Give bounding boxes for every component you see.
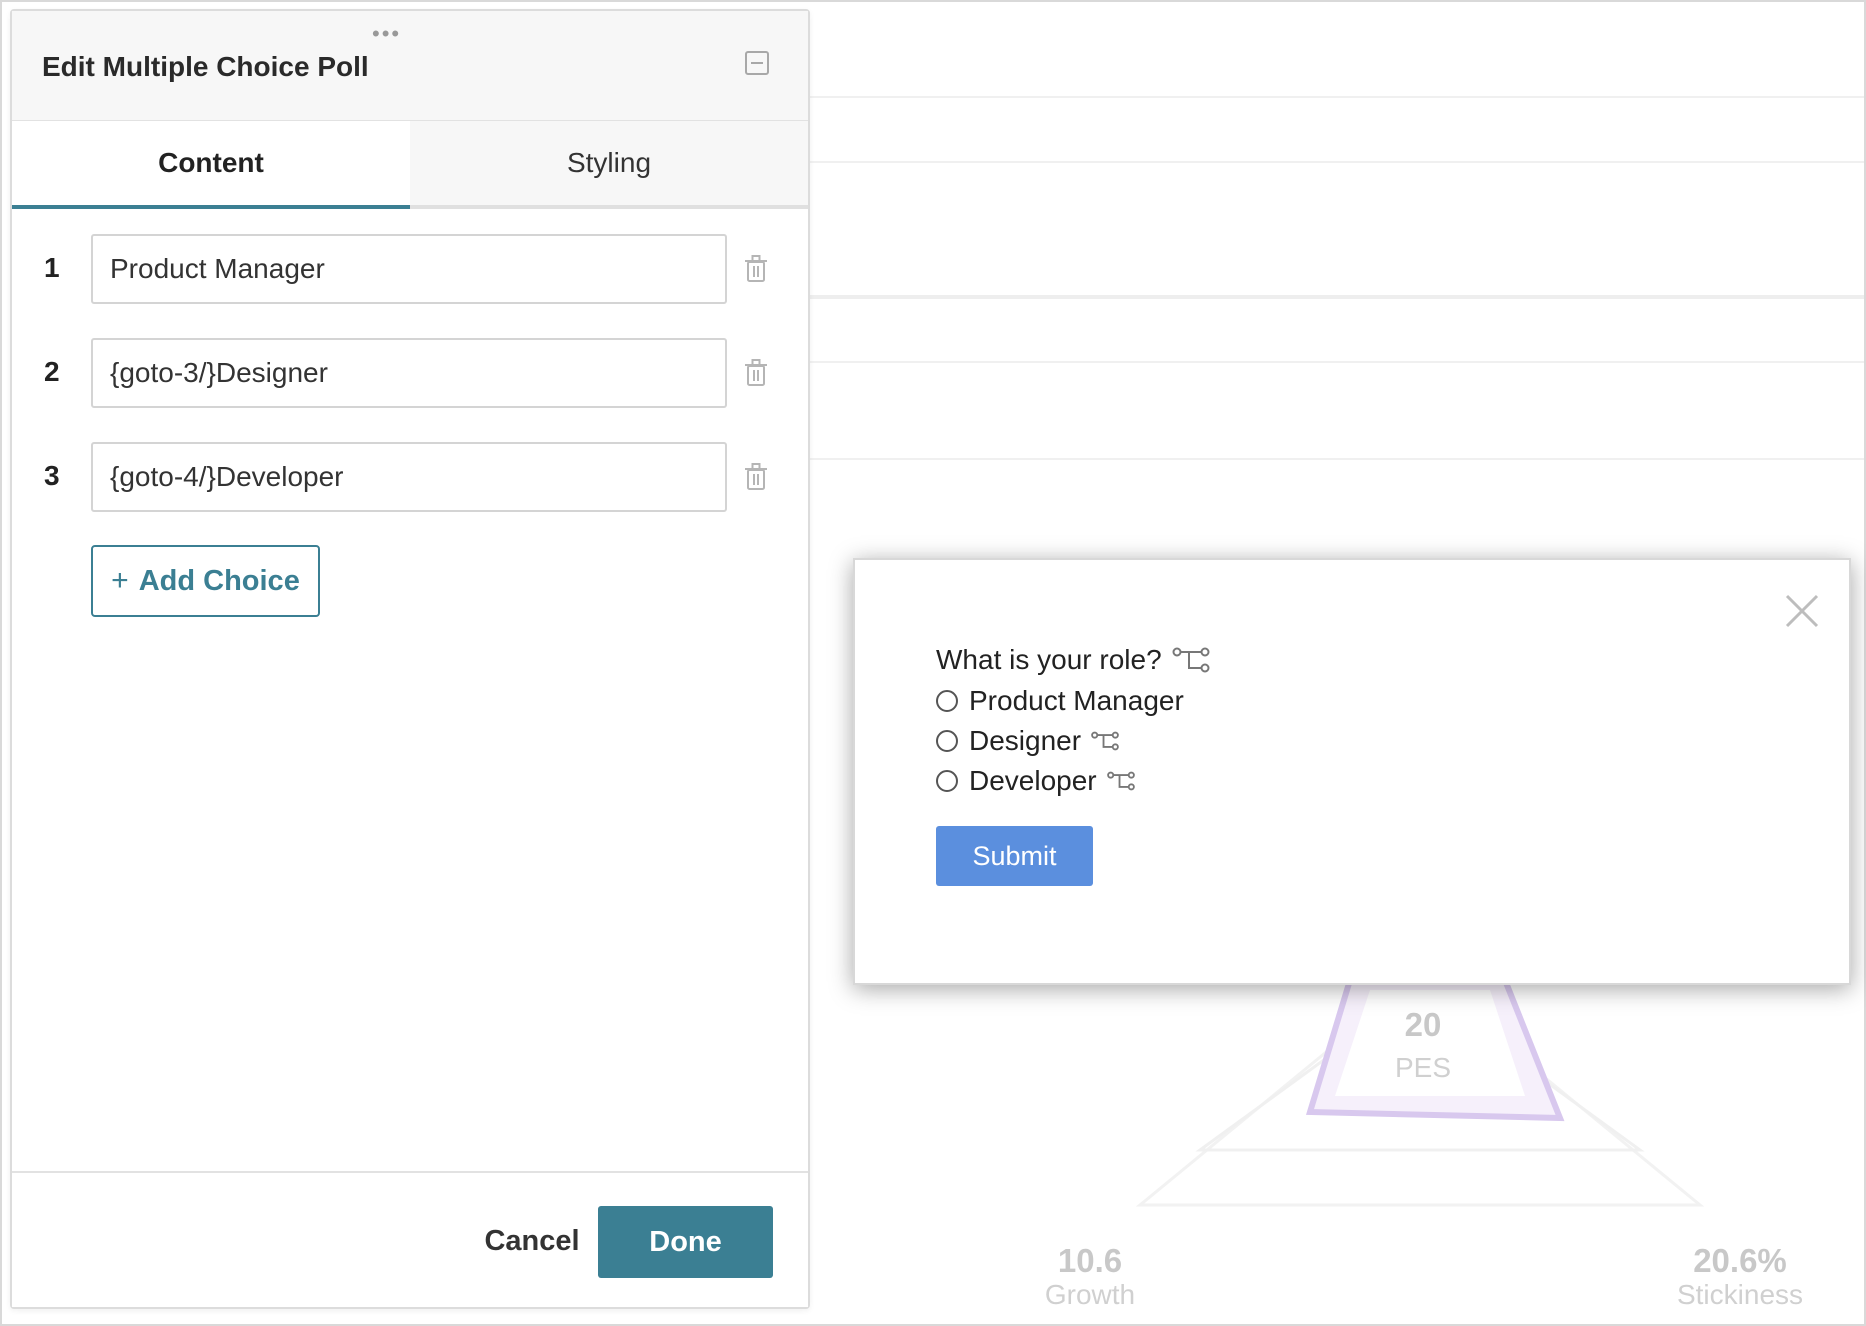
bg-divider [808, 361, 1864, 363]
bg-divider [808, 161, 1864, 163]
pes-value: 20 [1404, 1006, 1442, 1043]
edit-poll-panel: ••• Edit Multiple Choice Poll Content St… [10, 9, 810, 1309]
poll-question: What is your role? [936, 644, 1210, 676]
choice-row: 1 [12, 234, 808, 304]
tab-styling[interactable]: Styling [410, 121, 808, 209]
poll-option-label: Designer [969, 725, 1082, 756]
branch-logic-icon [1106, 771, 1135, 791]
growth-label: Growth [1044, 1279, 1136, 1310]
tab-bar: Content Styling [12, 121, 808, 209]
radio-button[interactable] [936, 690, 958, 712]
submit-button[interactable]: Submit [936, 826, 1093, 886]
poll-option-label: Product Manager [969, 685, 1184, 716]
branch-logic-icon [1091, 731, 1119, 751]
drag-handle-icon[interactable]: ••• [372, 23, 401, 45]
pes-label: PES [1394, 1052, 1452, 1083]
close-icon[interactable] [1784, 593, 1820, 629]
radio-button[interactable] [936, 770, 958, 792]
bg-divider [808, 458, 1864, 460]
poll-question-text: What is your role? [936, 644, 1162, 675]
plus-icon: + [111, 564, 129, 597]
poll-option[interactable]: Designer [936, 725, 1119, 757]
add-choice-button[interactable]: + Add Choice [91, 545, 320, 617]
choice-input[interactable] [91, 234, 727, 304]
bg-divider [808, 96, 1864, 98]
choice-input[interactable] [91, 442, 727, 512]
radio-button[interactable] [936, 730, 958, 752]
pes-triangle-chart [1135, 973, 1705, 1207]
add-choice-label: Add Choice [138, 564, 300, 597]
trash-icon[interactable] [745, 359, 767, 387]
stickiness-value: 20.6% [1693, 1242, 1787, 1279]
cancel-button[interactable]: Cancel [467, 1206, 597, 1276]
choice-input[interactable] [91, 338, 727, 408]
done-button[interactable]: Done [598, 1206, 773, 1278]
panel-header[interactable]: ••• Edit Multiple Choice Poll [12, 11, 808, 122]
poll-option[interactable]: Product Manager [936, 685, 1184, 717]
panel-footer: Cancel Done [12, 1171, 808, 1307]
minimize-button[interactable] [745, 51, 769, 75]
poll-preview-modal: What is your role? Product Manager Desig… [853, 558, 1851, 985]
bg-divider [808, 295, 1864, 299]
tab-content[interactable]: Content [12, 121, 410, 209]
panel-title: Edit Multiple Choice Poll [42, 51, 369, 82]
choice-row: 3 [12, 442, 808, 512]
stickiness-label: Stickiness [1676, 1279, 1804, 1310]
choice-number: 3 [44, 460, 60, 491]
poll-option[interactable]: Developer [936, 765, 1135, 797]
poll-option-label: Developer [969, 765, 1097, 796]
choice-number: 1 [44, 252, 60, 283]
growth-value: 10.6 [1057, 1242, 1123, 1279]
choice-number: 2 [44, 356, 60, 387]
branch-logic-icon [1172, 647, 1210, 673]
choice-row: 2 [12, 338, 808, 408]
trash-icon[interactable] [745, 463, 767, 491]
trash-icon[interactable] [745, 255, 767, 283]
